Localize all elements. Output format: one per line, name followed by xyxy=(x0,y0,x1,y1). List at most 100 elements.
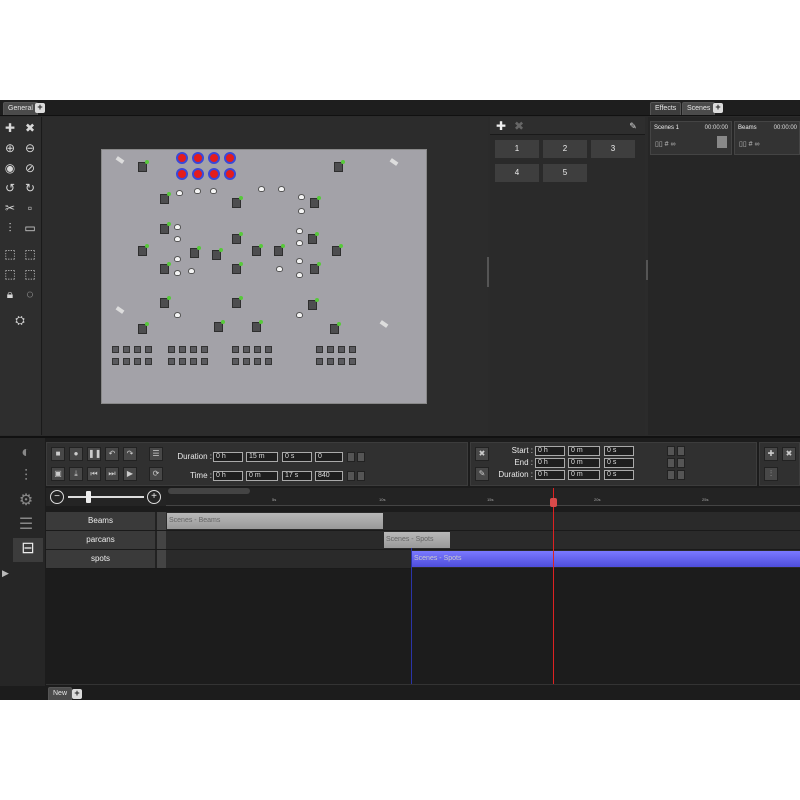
end-minutes-field[interactable]: 0 m xyxy=(568,458,600,468)
moving-head-fixture[interactable] xyxy=(330,322,341,334)
effect-button-3[interactable]: 3 xyxy=(590,139,636,159)
stage-canvas[interactable] xyxy=(101,149,427,404)
fader-icon[interactable] xyxy=(717,136,727,148)
dimmer-fixture[interactable] xyxy=(265,346,272,353)
moving-head-fixture[interactable] xyxy=(232,196,243,208)
tools-icon[interactable]: ✂ xyxy=(3,201,17,215)
track-controls[interactable] xyxy=(156,550,166,568)
arrange-icon[interactable]: ⬚ xyxy=(23,267,37,281)
par-fixture[interactable] xyxy=(278,186,285,192)
dimmer-fixture[interactable] xyxy=(190,346,197,353)
par-fixture[interactable] xyxy=(188,268,195,274)
expand-arrow-icon[interactable]: ▶ xyxy=(2,568,9,579)
par-fixture[interactable] xyxy=(296,258,303,264)
align-right-icon[interactable]: ⬚ xyxy=(23,247,37,261)
moving-head-fixture[interactable] xyxy=(332,244,343,256)
par-fixture[interactable] xyxy=(174,312,181,318)
selected-fixture[interactable] xyxy=(192,152,204,164)
tab-new[interactable]: New xyxy=(48,687,73,700)
par-fixture[interactable] xyxy=(174,256,181,262)
start-minus[interactable] xyxy=(677,446,685,456)
par-fixture[interactable] xyxy=(258,186,265,192)
dimmer-fixture[interactable] xyxy=(338,346,345,353)
par-fixture[interactable] xyxy=(298,194,305,200)
record-icon[interactable]: ● xyxy=(69,447,83,461)
align-left-icon[interactable]: ⬚ xyxy=(3,247,17,261)
duration-minus[interactable] xyxy=(357,452,365,462)
dimmer-fixture[interactable] xyxy=(179,358,186,365)
par-fixture[interactable] xyxy=(276,266,283,272)
loop-icon[interactable]: ⟳ xyxy=(149,467,163,481)
undo-icon[interactable]: ↺ xyxy=(3,181,17,195)
par-fixture[interactable] xyxy=(210,188,217,194)
scene-card[interactable]: Scenes 1 00:00:00 ▯▯ # ∞ xyxy=(650,121,732,155)
tab-scenes[interactable]: Scenes xyxy=(682,102,716,115)
selected-fixture[interactable] xyxy=(224,152,236,164)
delete-icon[interactable]: ✖ xyxy=(512,119,526,133)
loop-marker[interactable] xyxy=(411,548,412,686)
pause-icon[interactable]: ❚❚ xyxy=(87,447,101,461)
effect-button-2[interactable]: 2 xyxy=(542,139,588,159)
moving-head-fixture[interactable] xyxy=(308,232,319,244)
selected-fixture[interactable] xyxy=(208,168,220,180)
dimmer-fixture[interactable] xyxy=(316,346,323,353)
distribute-icon[interactable]: ⬚ xyxy=(3,267,17,281)
start-minutes-field[interactable]: 0 m xyxy=(568,446,600,456)
moving-head-fixture[interactable] xyxy=(160,222,171,234)
range-duration-hours-field[interactable]: 0 h xyxy=(535,470,565,480)
redo-icon[interactable]: ↻ xyxy=(23,181,37,195)
duration-hours-field[interactable]: 0 h xyxy=(213,452,243,462)
track-controls[interactable] xyxy=(156,512,166,530)
end-hours-field[interactable]: 0 h xyxy=(535,458,565,468)
fixture-group-icon[interactable]: ⛭ xyxy=(9,313,31,329)
add-icon[interactable]: ✚ xyxy=(764,447,778,461)
playhead[interactable] xyxy=(553,488,554,686)
range-duration-minutes-field[interactable]: 0 m xyxy=(568,470,600,480)
zoom-out-icon[interactable]: ⊖ xyxy=(23,141,37,155)
moving-head-fixture[interactable] xyxy=(138,244,149,256)
par-fixture[interactable] xyxy=(296,228,303,234)
eye-icon[interactable]: ◉ xyxy=(3,161,17,175)
moving-head-fixture[interactable] xyxy=(274,244,285,256)
effect-button-5[interactable]: 5 xyxy=(542,163,588,183)
dimmer-fixture[interactable] xyxy=(349,358,356,365)
selected-fixture[interactable] xyxy=(176,168,188,180)
par-fixture[interactable] xyxy=(296,272,303,278)
stop-icon[interactable]: ■ xyxy=(51,447,65,461)
undo-icon[interactable]: ↶ xyxy=(105,447,119,461)
play-icon[interactable]: ▶ xyxy=(123,467,137,481)
start-seconds-field[interactable]: 0 s xyxy=(604,446,634,456)
next-icon[interactable]: ⏭ xyxy=(105,467,119,481)
par-fixture[interactable] xyxy=(298,208,305,214)
scene-controls-icon[interactable]: ▯▯ # ∞ xyxy=(739,140,759,148)
redo-icon[interactable]: ↷ xyxy=(123,447,137,461)
sliders-icon[interactable]: ⫶ xyxy=(15,466,37,488)
dimmer-fixture[interactable] xyxy=(232,358,239,365)
range-duration-spinner[interactable] xyxy=(667,470,675,480)
dimmer-fixture[interactable] xyxy=(123,346,130,353)
duration-frames-field[interactable]: 0 xyxy=(315,452,343,462)
moving-head-fixture[interactable] xyxy=(190,246,201,258)
selected-fixture[interactable] xyxy=(176,152,188,164)
dimmer-fixture[interactable] xyxy=(349,346,356,353)
lock-icon[interactable]: ▭ xyxy=(23,221,37,235)
selected-fixture[interactable] xyxy=(224,168,236,180)
dimmer-fixture[interactable] xyxy=(134,358,141,365)
time-frames-field[interactable]: 840 xyxy=(315,471,343,481)
delete-icon[interactable]: ✖ xyxy=(23,121,37,135)
zoom-out-icon[interactable]: − xyxy=(50,490,64,504)
moving-head-fixture[interactable] xyxy=(160,262,171,274)
moving-head-fixture[interactable] xyxy=(232,262,243,274)
dimmer-fixture[interactable] xyxy=(254,358,261,365)
dimmer-fixture[interactable] xyxy=(168,346,175,353)
timeline-clip[interactable]: Scenes - Spots xyxy=(384,532,450,548)
time-ruler[interactable]: 5s 10s 15s 20s 25s xyxy=(166,488,800,506)
close-icon[interactable]: ✖ xyxy=(475,447,489,461)
moving-head-fixture[interactable] xyxy=(160,192,171,204)
zoom-slider-handle[interactable] xyxy=(86,491,91,503)
moving-head-fixture[interactable] xyxy=(334,160,345,172)
end-seconds-field[interactable]: 0 s xyxy=(604,458,634,468)
track-name[interactable]: parcans xyxy=(46,531,156,549)
dimmer-fixture[interactable] xyxy=(145,346,152,353)
dimmer-fixture[interactable] xyxy=(179,346,186,353)
